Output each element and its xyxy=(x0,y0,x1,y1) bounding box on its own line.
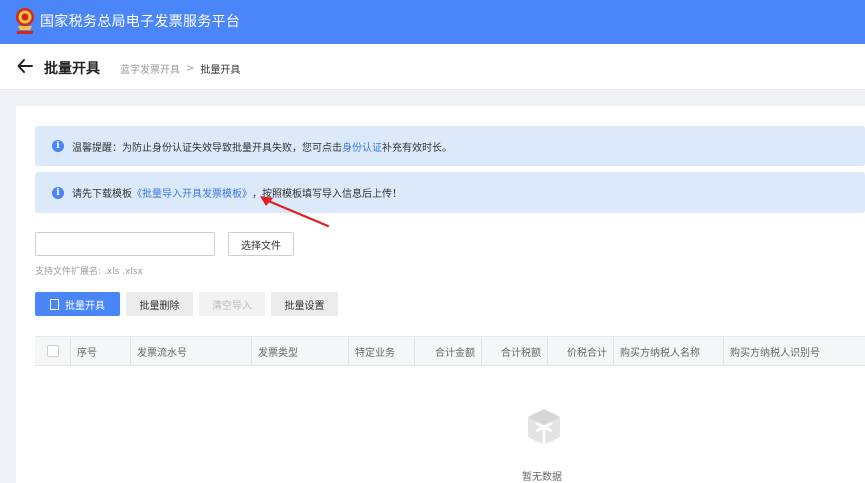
column-header: 合计税额 xyxy=(482,337,548,365)
empty-box-icon xyxy=(528,409,560,445)
info-icon: i xyxy=(52,140,64,152)
batch-issue-label: 批量开具 xyxy=(65,300,105,312)
empty-data-text: 暂无数据 xyxy=(522,472,562,483)
breadcrumb: 蓝字发票开具 > 批量开具 xyxy=(120,61,240,76)
column-header: 序号 xyxy=(71,337,131,365)
column-header: 发票流水号 xyxy=(131,337,252,365)
select-all-checkbox[interactable] xyxy=(47,345,59,357)
download-template-link[interactable]: 《批量导入开具发票模板》 xyxy=(132,185,252,200)
tax-emblem-icon xyxy=(16,8,34,34)
choose-file-button[interactable]: 选择文件 xyxy=(228,232,294,256)
reminder-suffix: 补充有效时长。 xyxy=(382,142,452,154)
breadcrumb-item-blue-invoice[interactable]: 蓝字发票开具 xyxy=(120,61,180,76)
batch-delete-button[interactable]: 批量删除 xyxy=(126,292,193,316)
batch-settings-button[interactable]: 批量设置 xyxy=(271,292,338,316)
annotation-arrow-icon xyxy=(260,196,330,228)
reminder-alert: i 温馨提醒：为防止身份认证失效导致批量开具失败，您可点击 身份认证 补充有效时长。 xyxy=(35,126,865,166)
column-header: 发票类型 xyxy=(252,337,349,365)
info-icon: i xyxy=(52,186,64,199)
column-header: 合计金额 xyxy=(415,337,482,365)
file-path-input[interactable] xyxy=(35,232,215,256)
identity-auth-link[interactable]: 身份认证 xyxy=(342,139,382,154)
select-all-cell xyxy=(35,337,71,365)
page-title: 批量开具 xyxy=(44,61,100,77)
column-header: 购买方纳税人识别号 xyxy=(730,347,820,359)
breadcrumb-item-current: 批量开具 xyxy=(200,65,241,76)
reminder-text: 温馨提醒：为防止身份认证失效导致批量开具失败，您可点击 xyxy=(72,142,342,154)
column-header: 特定业务 xyxy=(349,337,415,365)
document-icon xyxy=(50,298,59,310)
breadcrumb-separator: > xyxy=(186,63,195,74)
table-header: 序号 发票流水号 发票类型 特定业务 合计金额 合计税额 价税合计 购买方纳税人… xyxy=(35,336,865,366)
column-header: 价税合计 xyxy=(548,337,614,365)
top-bar: 国家税务总局电子发票服务平台 xyxy=(0,0,865,44)
back-arrow-icon[interactable] xyxy=(16,57,34,75)
template-alert: i 请先下载模板 《批量导入开具发票模板》 ，按照模板填写导入信息后上传！ xyxy=(35,172,865,213)
main-content: i 温馨提醒：为防止身份认证失效导致批量开具失败，您可点击 身份认证 补充有效时长。… xyxy=(16,106,865,483)
file-extension-hint: 支持文件扩展名: .xls .xlsx xyxy=(35,267,143,277)
page-header: 批量开具 蓝字发票开具 > 批量开具 xyxy=(0,44,865,90)
template-text: 请先下载模板 xyxy=(72,189,132,200)
platform-title: 国家税务总局电子发票服务平台 xyxy=(40,14,241,30)
column-header: 购买方纳税人名称 xyxy=(614,337,724,365)
batch-issue-button[interactable]: 批量开具 xyxy=(35,292,120,316)
clear-import-button[interactable]: 清空导入 xyxy=(199,292,265,316)
